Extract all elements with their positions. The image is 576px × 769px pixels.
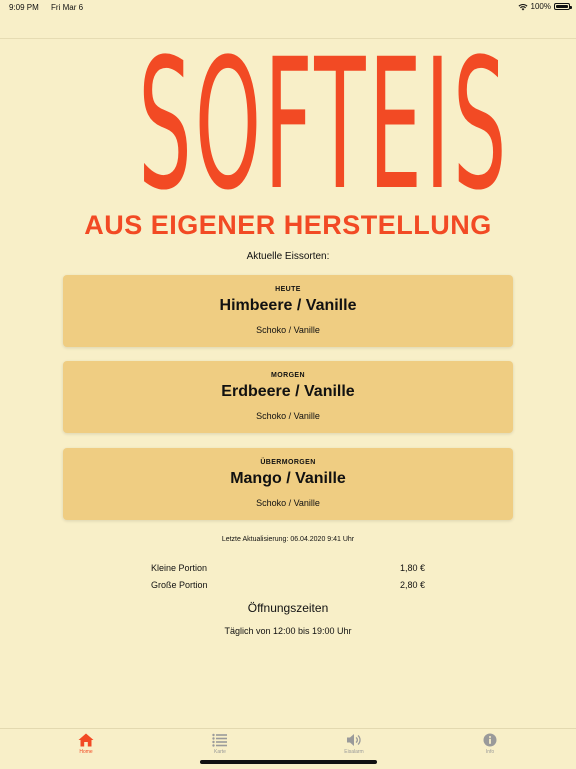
- tab-label: Info: [485, 749, 495, 755]
- logo-tagline: AUS EIGENER HERSTELLUNG: [84, 210, 492, 240]
- price-row-small: Kleine Portion 1,80 €: [151, 563, 425, 573]
- price-value: 1,80 €: [399, 563, 425, 573]
- card-day: ÜBERMORGEN: [260, 459, 316, 466]
- logo-title: SOFTEIS: [138, 21, 510, 230]
- tab-info[interactable]: Info: [418, 729, 562, 769]
- status-time: 9:09 PM: [9, 3, 39, 12]
- card-day: HEUTE: [275, 286, 301, 293]
- speaker-icon: [347, 734, 361, 746]
- flavor-card-day-after: ÜBERMORGEN Mango / Vanille Schoko / Vani…: [63, 448, 513, 520]
- tab-label: Eisalarm: [344, 749, 364, 755]
- wifi-icon: [518, 3, 528, 10]
- battery-percent: 100%: [530, 2, 551, 11]
- hours-title: Öffnungszeiten: [247, 601, 329, 615]
- home-icon: [78, 733, 94, 747]
- home-indicator: [200, 760, 377, 764]
- price-label: Kleine Portion: [151, 563, 208, 573]
- price-row-large: Große Portion 2,80 €: [151, 580, 425, 590]
- card-alt-flavor: Schoko / Vanille: [256, 411, 320, 421]
- tab-label: Home: [79, 749, 93, 755]
- tab-home[interactable]: Home: [14, 729, 158, 769]
- card-main-flavor: Himbeere / Vanille: [219, 297, 357, 314]
- info-icon: [483, 733, 497, 747]
- card-main-flavor: Erdbeere / Vanille: [221, 383, 355, 400]
- last-updated: Letzte Aktualisierung: 06.04.2020 9:41 U…: [221, 536, 355, 543]
- battery-icon: [554, 3, 572, 10]
- flavor-card-today: HEUTE Himbeere / Vanille Schoko / Vanill…: [63, 275, 513, 347]
- card-main-flavor: Mango / Vanille: [230, 470, 346, 487]
- hours-text: Täglich von 12:00 bis 19:00 Uhr: [224, 626, 352, 636]
- card-day: MORGEN: [271, 372, 305, 379]
- status-date: Fri Mar 6: [51, 3, 84, 12]
- card-alt-flavor: Schoko / Vanille: [256, 325, 320, 335]
- price-label: Große Portion: [151, 580, 208, 590]
- card-alt-flavor: Schoko / Vanille: [256, 498, 320, 508]
- price-value: 2,80 €: [399, 580, 425, 590]
- tab-label: Karte: [214, 749, 226, 755]
- status-bar: 9:09 PM Fri Mar 6 100%: [0, 0, 576, 14]
- flavor-card-tomorrow: MORGEN Erdbeere / Vanille Schoko / Vanil…: [63, 361, 513, 433]
- flavors-label: Aktuelle Eissorten:: [246, 251, 330, 262]
- list-icon: [212, 733, 227, 747]
